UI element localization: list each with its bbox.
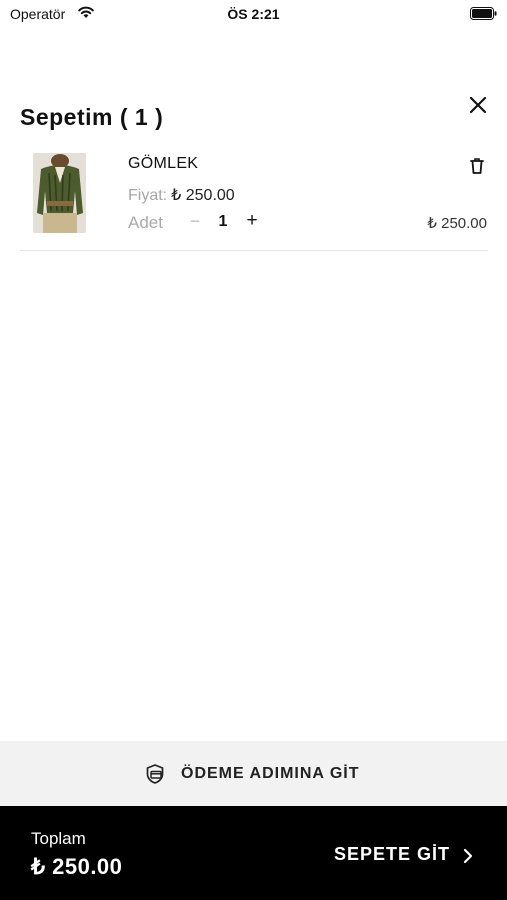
total-label: Toplam xyxy=(31,829,86,848)
quantity-value: 1 xyxy=(218,213,228,230)
cart-title: Sepetim ( 1 ) xyxy=(20,104,164,130)
item-name[interactable]: GÖMLEK xyxy=(128,155,198,173)
quantity-label: Adet xyxy=(128,213,163,232)
item-line-total: ₺ 250.00 xyxy=(427,215,487,232)
price-value: ₺ 250.00 xyxy=(171,187,235,204)
increase-quantity-button[interactable]: + xyxy=(242,210,262,232)
checkout-button[interactable]: ÖDEME ADIMINA GİT xyxy=(0,741,507,806)
status-time: ÖS 2:21 xyxy=(227,6,280,22)
item-divider xyxy=(20,250,488,251)
price-label: Fiyat: xyxy=(128,187,168,204)
chevron-right-icon xyxy=(463,848,473,864)
go-to-cart-label: SEPETE GİT xyxy=(334,844,451,864)
trash-icon[interactable] xyxy=(467,156,487,176)
payment-card-icon xyxy=(146,764,164,784)
product-image[interactable] xyxy=(33,153,86,233)
cart-footer: Toplam ₺ 250.00 SEPETE GİT xyxy=(0,806,507,900)
total-value: ₺ 250.00 xyxy=(31,854,123,879)
go-to-cart-button[interactable]: SEPETE GİT xyxy=(334,844,473,868)
battery-icon xyxy=(470,7,497,20)
decrease-quantity-button[interactable]: − xyxy=(186,211,204,233)
checkout-label: ÖDEME ADIMINA GİT xyxy=(181,765,360,782)
close-icon[interactable] xyxy=(465,92,491,118)
price-row: Fiyat: ₺ 250.00 xyxy=(128,185,235,205)
status-bar: Operatör ÖS 2:21 xyxy=(0,0,507,28)
